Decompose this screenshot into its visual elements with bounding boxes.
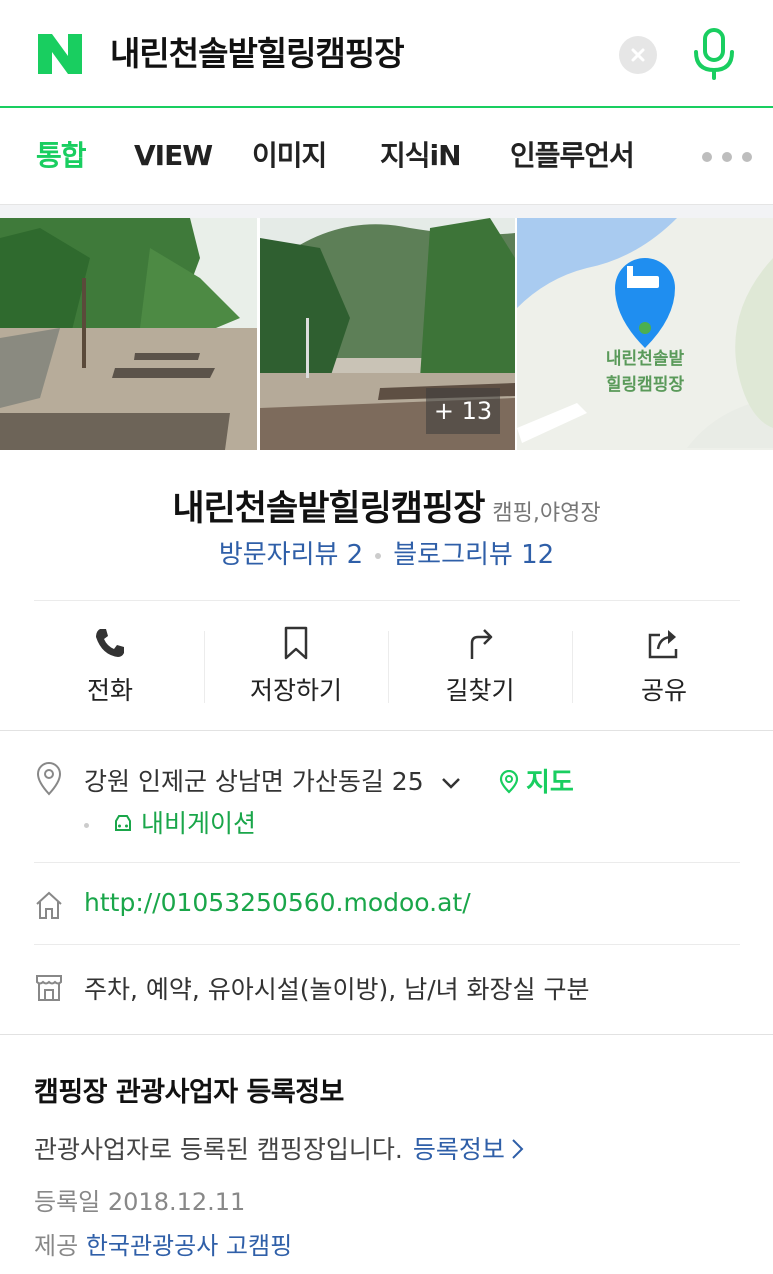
map-pin-icon: [499, 769, 519, 794]
naver-logo-icon[interactable]: [36, 32, 84, 76]
share-icon: [648, 630, 678, 659]
directions-label: 길찾기: [445, 676, 515, 705]
separator-dot: [84, 822, 89, 828]
tab-integrated[interactable]: 통합: [36, 136, 87, 176]
registration-date-value: 2018.12.11: [107, 1188, 246, 1216]
action-bar: 전화 저장하기 길찾기 공유: [18, 605, 756, 725]
call-button[interactable]: 전화: [18, 605, 202, 725]
divider: [34, 862, 740, 863]
save-button[interactable]: 저장하기: [204, 605, 388, 725]
home-icon: [36, 891, 62, 919]
location-pin-icon: [36, 762, 62, 796]
blog-review-link[interactable]: 블로그리뷰 12: [393, 540, 554, 570]
place-category: 캠핑,야영장: [492, 501, 601, 526]
map-link[interactable]: 지도: [498, 762, 574, 799]
registration-link-label: 등록정보: [412, 1135, 505, 1164]
provider-label: 제공: [34, 1232, 79, 1260]
section-divider: [0, 1034, 773, 1035]
provider-link[interactable]: 한국관광공사 고캠핑: [86, 1232, 292, 1260]
share-button[interactable]: 공유: [572, 605, 756, 725]
separator-dot: [375, 552, 382, 559]
tab-influencer[interactable]: 인플루언서: [510, 136, 635, 176]
registration-date: 등록일 2018.12.11: [34, 1182, 245, 1217]
tab-knowledge-in[interactable]: 지식iN: [380, 136, 462, 176]
call-label: 전화: [86, 676, 133, 705]
tabs-divider: [0, 204, 773, 218]
navigation-label: 내비게이션: [140, 809, 256, 838]
registration-title: 캠핑장 관광사업자 등록정보: [34, 1077, 344, 1108]
search-bar: 내린천솔밭힐링캠핑장: [0, 0, 773, 108]
phone-icon: [96, 629, 124, 657]
map-place-label-line2: 힐링캠핑장: [606, 374, 685, 395]
address-text[interactable]: 강원 인제군 상남면 가산동길 25: [84, 762, 462, 798]
navigation-link[interactable]: 내비게이션: [84, 804, 256, 840]
more-photos-count[interactable]: + 13: [426, 388, 500, 434]
search-query-input[interactable]: 내린천솔밭힐링캠핑장: [110, 30, 405, 78]
registration-info-link[interactable]: 등록정보: [413, 1135, 525, 1164]
divider: [34, 944, 740, 945]
tab-view[interactable]: VIEW: [134, 136, 213, 176]
tab-images[interactable]: 이미지: [252, 136, 327, 176]
campsite-photo-1[interactable]: [0, 218, 257, 450]
place-title-row: 내린천솔밭힐링캠핑장 캠핑,야영장: [0, 480, 773, 531]
divider: [34, 600, 740, 601]
close-icon[interactable]: [619, 36, 657, 74]
section-divider: [0, 730, 773, 731]
share-label: 공유: [640, 676, 687, 705]
registration-description: 관광사업자로 등록된 캠핑장입니다. 등록정보: [34, 1130, 525, 1166]
store-icon: [36, 975, 62, 1001]
more-icon[interactable]: [702, 152, 756, 162]
chevron-right-icon: [512, 1139, 524, 1159]
map-link-label: 지도: [526, 768, 574, 798]
homepage-link[interactable]: http://01053250560.modoo.at/: [84, 888, 471, 917]
facilities-text: 주차, 예약, 유아시설(놀이방), 남/녀 화장실 구분: [84, 975, 590, 1004]
mic-icon[interactable]: [692, 28, 736, 80]
photo-strip: 내린천솔밭 힐링캠핑장 + 13: [0, 218, 773, 450]
car-icon: [114, 815, 131, 831]
directions-button[interactable]: 길찾기: [388, 605, 572, 725]
bookmark-icon: [284, 626, 308, 660]
location-map-thumbnail[interactable]: 내린천솔밭 힐링캠핑장: [517, 218, 773, 450]
save-label: 저장하기: [249, 676, 342, 705]
directions-icon: [470, 629, 493, 659]
review-row: 방문자리뷰 2 블로그리뷰 12: [0, 534, 773, 571]
visitor-review-link[interactable]: 방문자리뷰 2: [219, 540, 363, 570]
search-tabs: 통합 VIEW 이미지 지식iN 인플루언서: [0, 110, 773, 204]
chevron-down-icon[interactable]: [440, 776, 462, 790]
map-place-label-line1: 내린천솔밭: [606, 349, 685, 369]
address-value: 강원 인제군 상남면 가산동길 25: [84, 767, 424, 796]
registration-description-text: 관광사업자로 등록된 캠핑장입니다.: [34, 1135, 403, 1164]
registration-date-label: 등록일: [34, 1188, 101, 1216]
place-name: 내린천솔밭힐링캠핑장: [172, 489, 485, 529]
registration-provider: 제공 한국관광공사 고캠핑: [34, 1226, 292, 1261]
